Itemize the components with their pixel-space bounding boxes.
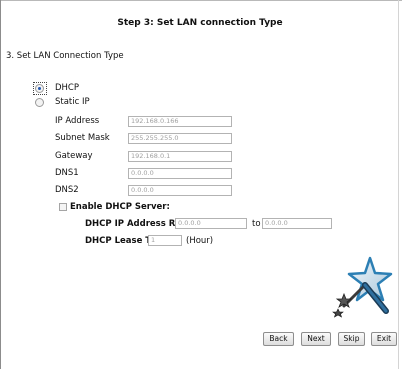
next-button[interactable]: Next bbox=[301, 332, 331, 346]
magic-wand-stars-icon bbox=[332, 256, 393, 318]
back-button[interactable]: Back bbox=[263, 332, 294, 346]
exit-button[interactable]: Exit bbox=[371, 332, 397, 346]
enable-dhcp-server-label: Enable DHCP Server: bbox=[70, 202, 170, 212]
dhcp-range-to-label: to bbox=[252, 219, 261, 229]
dns2-field[interactable]: 0.0.0.0 bbox=[128, 185, 232, 196]
radio-static-ip[interactable] bbox=[35, 98, 44, 107]
subnet-mask-field[interactable]: 255.255.255.0 bbox=[128, 133, 232, 144]
ip-address-label: IP Address bbox=[55, 116, 100, 126]
skip-button[interactable]: Skip bbox=[338, 332, 365, 346]
frame-left-border bbox=[0, 0, 1, 369]
page-title: Step 3: Set LAN connection Type bbox=[117, 18, 283, 28]
radio-static-ip-label: Static IP bbox=[55, 97, 90, 107]
subnet-mask-label: Subnet Mask bbox=[55, 133, 110, 143]
frame-top-border bbox=[0, 0, 402, 1]
gateway-field[interactable]: 192.168.0.1 bbox=[128, 151, 232, 162]
dhcp-range-end-field[interactable]: 0.0.0.0 bbox=[262, 218, 332, 229]
dns1-field[interactable]: 0.0.0.0 bbox=[128, 168, 232, 179]
ip-address-field[interactable]: 192.168.0.166 bbox=[128, 116, 232, 127]
dhcp-lease-field[interactable]: 1 bbox=[148, 235, 182, 246]
radio-dhcp[interactable] bbox=[35, 84, 44, 93]
dns2-label: DNS2 bbox=[55, 185, 79, 195]
dhcp-range-start-field[interactable]: 0.0.0.0 bbox=[175, 218, 247, 229]
dns1-label: DNS1 bbox=[55, 168, 79, 178]
frame-right-border bbox=[398, 0, 399, 369]
radio-dhcp-label: DHCP bbox=[55, 83, 79, 93]
enable-dhcp-server-checkbox[interactable] bbox=[59, 203, 67, 211]
gateway-label: Gateway bbox=[55, 151, 93, 161]
section-title: 3. Set LAN Connection Type bbox=[6, 51, 124, 61]
dhcp-lease-unit: (Hour) bbox=[186, 236, 214, 246]
